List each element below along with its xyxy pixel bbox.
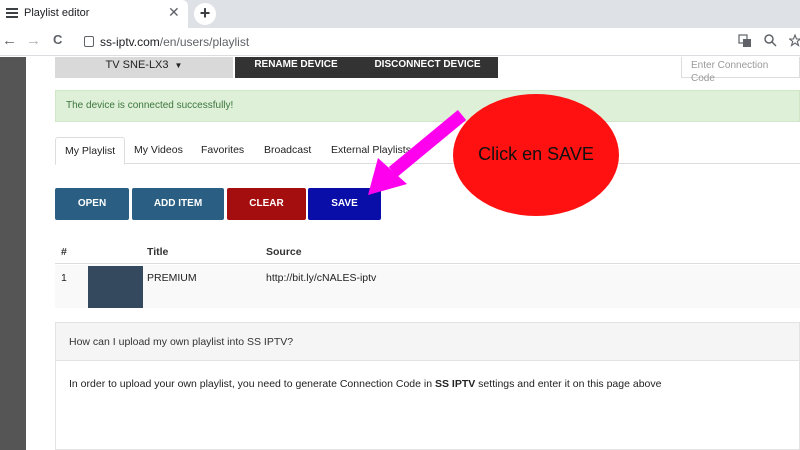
tab-external-playlists[interactable]: External Playlists <box>322 137 420 164</box>
translate-icon[interactable] <box>738 34 752 51</box>
faq-answer-text-2: settings and enter it on this page above <box>475 378 662 390</box>
faq-answer-brand: SS IPTV <box>435 378 476 390</box>
row-index: 1 <box>61 272 67 284</box>
row-title: PREMIUM <box>147 272 197 284</box>
zoom-icon[interactable] <box>764 34 777 50</box>
url-path: /en/users/playlist <box>159 35 250 49</box>
url-host: ss-iptv.com <box>100 35 160 49</box>
menu-icon[interactable] <box>6 8 18 18</box>
open-button[interactable]: OPEN <box>55 188 129 220</box>
faq-answer-text-1: In order to upload your own playlist, yo… <box>69 378 435 390</box>
column-header-title: Title <box>147 246 169 258</box>
column-header-source: Source <box>266 246 302 258</box>
playlist-table-header: # Title Source <box>55 242 800 264</box>
browser-toolbar: ← → C ss-iptv.com/en/users/playlist <box>0 28 800 56</box>
clear-button[interactable]: CLEAR <box>227 188 306 220</box>
faq-answer: In order to upload your own playlist, yo… <box>69 378 789 390</box>
column-header-index: # <box>61 246 67 258</box>
faq-panel: How can I upload my own playlist into SS… <box>55 322 800 450</box>
chevron-down-icon: ▼ <box>174 61 183 70</box>
channel-thumbnail <box>88 266 143 308</box>
left-gutter <box>0 57 26 450</box>
faq-question[interactable]: How can I upload my own playlist into SS… <box>56 323 799 361</box>
browser-tab-bar: Playlist editor ✕ + <box>0 0 800 28</box>
back-icon[interactable]: ← <box>2 32 17 49</box>
forward-icon[interactable]: → <box>26 32 41 49</box>
device-name: TV SNE-LX3 <box>105 59 169 71</box>
row-source: http://bit.ly/cNALES-iptv <box>266 272 377 284</box>
tab-my-videos[interactable]: My Videos <box>125 137 192 164</box>
success-alert: The device is connected successfully! <box>55 90 800 122</box>
tab-my-playlist[interactable]: My Playlist <box>55 137 126 165</box>
bookmark-star-icon[interactable] <box>787 33 800 50</box>
browser-tab[interactable]: Playlist editor ✕ <box>0 0 188 28</box>
page-content: TV SNE-LX3 ▼ RENAME DEVICE DISCONNECT DEV… <box>26 57 800 450</box>
table-row[interactable]: 1 PREMIUM http://bit.ly/cNALES-iptv <box>55 265 800 308</box>
device-select[interactable]: TV SNE-LX3 ▼ <box>55 57 233 78</box>
add-item-button[interactable]: ADD ITEM <box>132 188 224 220</box>
tab-favorites[interactable]: Favorites <box>192 137 253 164</box>
tab-broadcast[interactable]: Broadcast <box>255 137 320 164</box>
rename-device-button[interactable]: RENAME DEVICE <box>235 57 357 78</box>
callout-text: Click en SAVE <box>478 144 594 164</box>
connection-code-input[interactable]: Enter Connection Code <box>681 57 800 84</box>
playlist-tabs: My Playlist My Videos Favorites Broadcas… <box>55 137 800 165</box>
disconnect-device-button[interactable]: DISCONNECT DEVICE <box>357 57 498 78</box>
close-icon[interactable]: ✕ <box>168 4 180 21</box>
tab-title: Playlist editor <box>24 7 90 19</box>
page-info-icon[interactable] <box>84 36 94 47</box>
address-bar[interactable]: ss-iptv.com/en/users/playlist <box>100 35 249 49</box>
new-tab-button[interactable]: + <box>194 3 216 25</box>
save-button[interactable]: SAVE <box>308 188 381 220</box>
reload-icon[interactable]: C <box>53 32 62 47</box>
